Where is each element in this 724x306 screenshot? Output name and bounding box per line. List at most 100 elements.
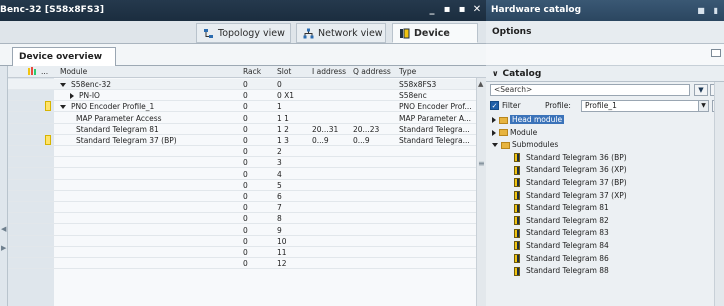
cell-module[interactable]: [60, 191, 240, 202]
panel-pin-icon[interactable]: ■ ▮: [697, 0, 721, 21]
cell-q-address[interactable]: [353, 247, 397, 258]
profile-select[interactable]: Profile_1 ▼: [581, 100, 709, 112]
catalog-tree-item[interactable]: Standard Telegram 82: [486, 215, 714, 228]
cell-type[interactable]: S58enc: [399, 90, 477, 101]
table-row[interactable]: 04: [8, 169, 478, 180]
cell-i-address[interactable]: [312, 180, 350, 191]
table-row[interactable]: Standard Telegram 37 (BP) 0 1 3 0...9 0...9 S…: [8, 135, 478, 146]
cell-slot[interactable]: 2: [277, 146, 309, 157]
cell-rack[interactable]: 0: [243, 247, 271, 258]
cell-type[interactable]: [399, 225, 477, 236]
cell-slot[interactable]: 1: [277, 101, 309, 112]
cell-q-address[interactable]: [353, 169, 397, 180]
minimize-icon[interactable]: _: [427, 3, 437, 16]
catalog-section-header[interactable]: ∨ Catalog: [486, 66, 724, 82]
cell-module[interactable]: Standard Telegram 81: [76, 124, 256, 135]
catalog-tree-item[interactable]: Standard Telegram 81: [486, 202, 714, 215]
cell-type[interactable]: [399, 191, 477, 202]
cell-i-address[interactable]: [312, 90, 350, 101]
cell-module[interactable]: S58enc-32: [60, 79, 240, 90]
scroll-up-icon[interactable]: ▲: [478, 80, 483, 88]
cell-type[interactable]: [399, 247, 477, 258]
scroll-grip-icon[interactable]: ≡: [478, 159, 485, 168]
expand-right-icon[interactable]: [492, 117, 496, 123]
table-row[interactable]: 02: [8, 146, 478, 158]
cell-slot[interactable]: 3: [277, 157, 309, 168]
cell-rack[interactable]: 0: [243, 202, 271, 213]
restore-icon[interactable]: ▪: [442, 3, 452, 16]
cell-i-address[interactable]: [312, 157, 350, 168]
cell-type[interactable]: Standard Telegra...: [399, 135, 477, 146]
tab-device-view[interactable]: Device view: [392, 23, 478, 59]
cell-type[interactable]: [399, 202, 477, 213]
cell-type[interactable]: PNO Encoder Prof...: [399, 101, 477, 112]
cell-i-address[interactable]: [312, 79, 350, 90]
cell-slot[interactable]: 5: [277, 180, 309, 191]
catalog-tree-item[interactable]: Standard Telegram 88: [486, 265, 714, 278]
cell-rack[interactable]: 0: [243, 180, 271, 191]
cell-module[interactable]: MAP Parameter Access: [76, 113, 256, 124]
cell-i-address[interactable]: 20...31: [312, 124, 350, 135]
cell-slot[interactable]: 1 2: [277, 124, 309, 135]
cell-rack[interactable]: 0: [243, 146, 271, 157]
cell-q-address[interactable]: [353, 202, 397, 213]
column-header-module[interactable]: Module: [60, 66, 160, 78]
table-row[interactable]: 06: [8, 191, 478, 202]
table-row[interactable]: 03: [8, 157, 478, 169]
cell-slot[interactable]: 0 X1: [277, 90, 309, 101]
tab-network-view[interactable]: Network view: [296, 23, 386, 43]
cell-rack[interactable]: 0: [243, 79, 271, 90]
cell-q-address[interactable]: [353, 180, 397, 191]
catalog-tree-item[interactable]: Standard Telegram 84: [486, 240, 714, 253]
cell-module[interactable]: PN-IO: [70, 90, 250, 101]
expand-down-icon[interactable]: [60, 83, 66, 87]
cell-q-address[interactable]: [353, 113, 397, 124]
catalog-scrollbar[interactable]: [714, 82, 724, 306]
filter-checkbox[interactable]: ✓: [490, 101, 499, 110]
cell-slot[interactable]: 1 3: [277, 135, 309, 146]
catalog-search-input[interactable]: <Search>: [490, 84, 690, 96]
catalog-tree-item[interactable]: Head module: [486, 114, 714, 127]
maximize-icon[interactable]: ▪: [457, 3, 467, 16]
cell-i-address[interactable]: [312, 258, 350, 269]
cell-slot[interactable]: 1 1: [277, 113, 309, 124]
cell-type[interactable]: [399, 236, 477, 247]
cell-i-address[interactable]: [312, 202, 350, 213]
catalog-tree-item[interactable]: Standard Telegram 37 (XP): [486, 190, 714, 203]
cell-q-address[interactable]: 20...23: [353, 124, 397, 135]
cell-rack[interactable]: 0: [243, 90, 271, 101]
cell-module[interactable]: [60, 180, 240, 191]
table-scrollbar[interactable]: ▲ ≡: [476, 78, 486, 306]
cell-module[interactable]: [60, 157, 240, 168]
cell-slot[interactable]: 12: [277, 258, 309, 269]
table-row[interactable]: 0 10: [8, 236, 478, 247]
table-row[interactable]: 0 12: [8, 258, 478, 270]
table-row[interactable]: 07: [8, 202, 478, 214]
column-header-slot[interactable]: Slot: [277, 66, 309, 78]
cell-rack[interactable]: 0: [243, 169, 271, 180]
cell-slot[interactable]: 10: [277, 236, 309, 247]
cell-type[interactable]: [399, 146, 477, 157]
cell-slot[interactable]: 6: [277, 191, 309, 202]
cell-module[interactable]: [60, 202, 240, 213]
collapse-left-icon[interactable]: ◀: [1, 225, 7, 239]
catalog-tree-item[interactable]: Standard Telegram 86: [486, 253, 714, 266]
options-toggle-icon[interactable]: [711, 49, 721, 57]
cell-module[interactable]: [60, 213, 240, 224]
table-row[interactable]: PNO Encoder Profile_1 0 1 PNO Encoder Prof.…: [8, 101, 478, 113]
column-header-rack[interactable]: Rack: [243, 66, 271, 78]
cell-module[interactable]: [60, 169, 240, 180]
catalog-tree-item[interactable]: Standard Telegram 36 (BP): [486, 152, 714, 165]
expand-down-icon[interactable]: [492, 143, 498, 148]
cell-rack[interactable]: 0: [243, 113, 271, 124]
cell-i-address[interactable]: [312, 169, 350, 180]
tab-device-overview[interactable]: Device overview: [12, 47, 116, 67]
table-row[interactable]: Standard Telegram 81 0 1 2 20...31 20...23 St…: [8, 124, 478, 135]
cell-i-address[interactable]: [312, 247, 350, 258]
cell-type[interactable]: [399, 258, 477, 269]
column-header-type[interactable]: Type: [399, 66, 459, 78]
cell-i-address[interactable]: [312, 236, 350, 247]
catalog-tree-item[interactable]: Standard Telegram 83: [486, 227, 714, 240]
cell-i-address[interactable]: 0...9: [312, 135, 350, 146]
catalog-tree-item[interactable]: Submodules: [486, 139, 714, 152]
